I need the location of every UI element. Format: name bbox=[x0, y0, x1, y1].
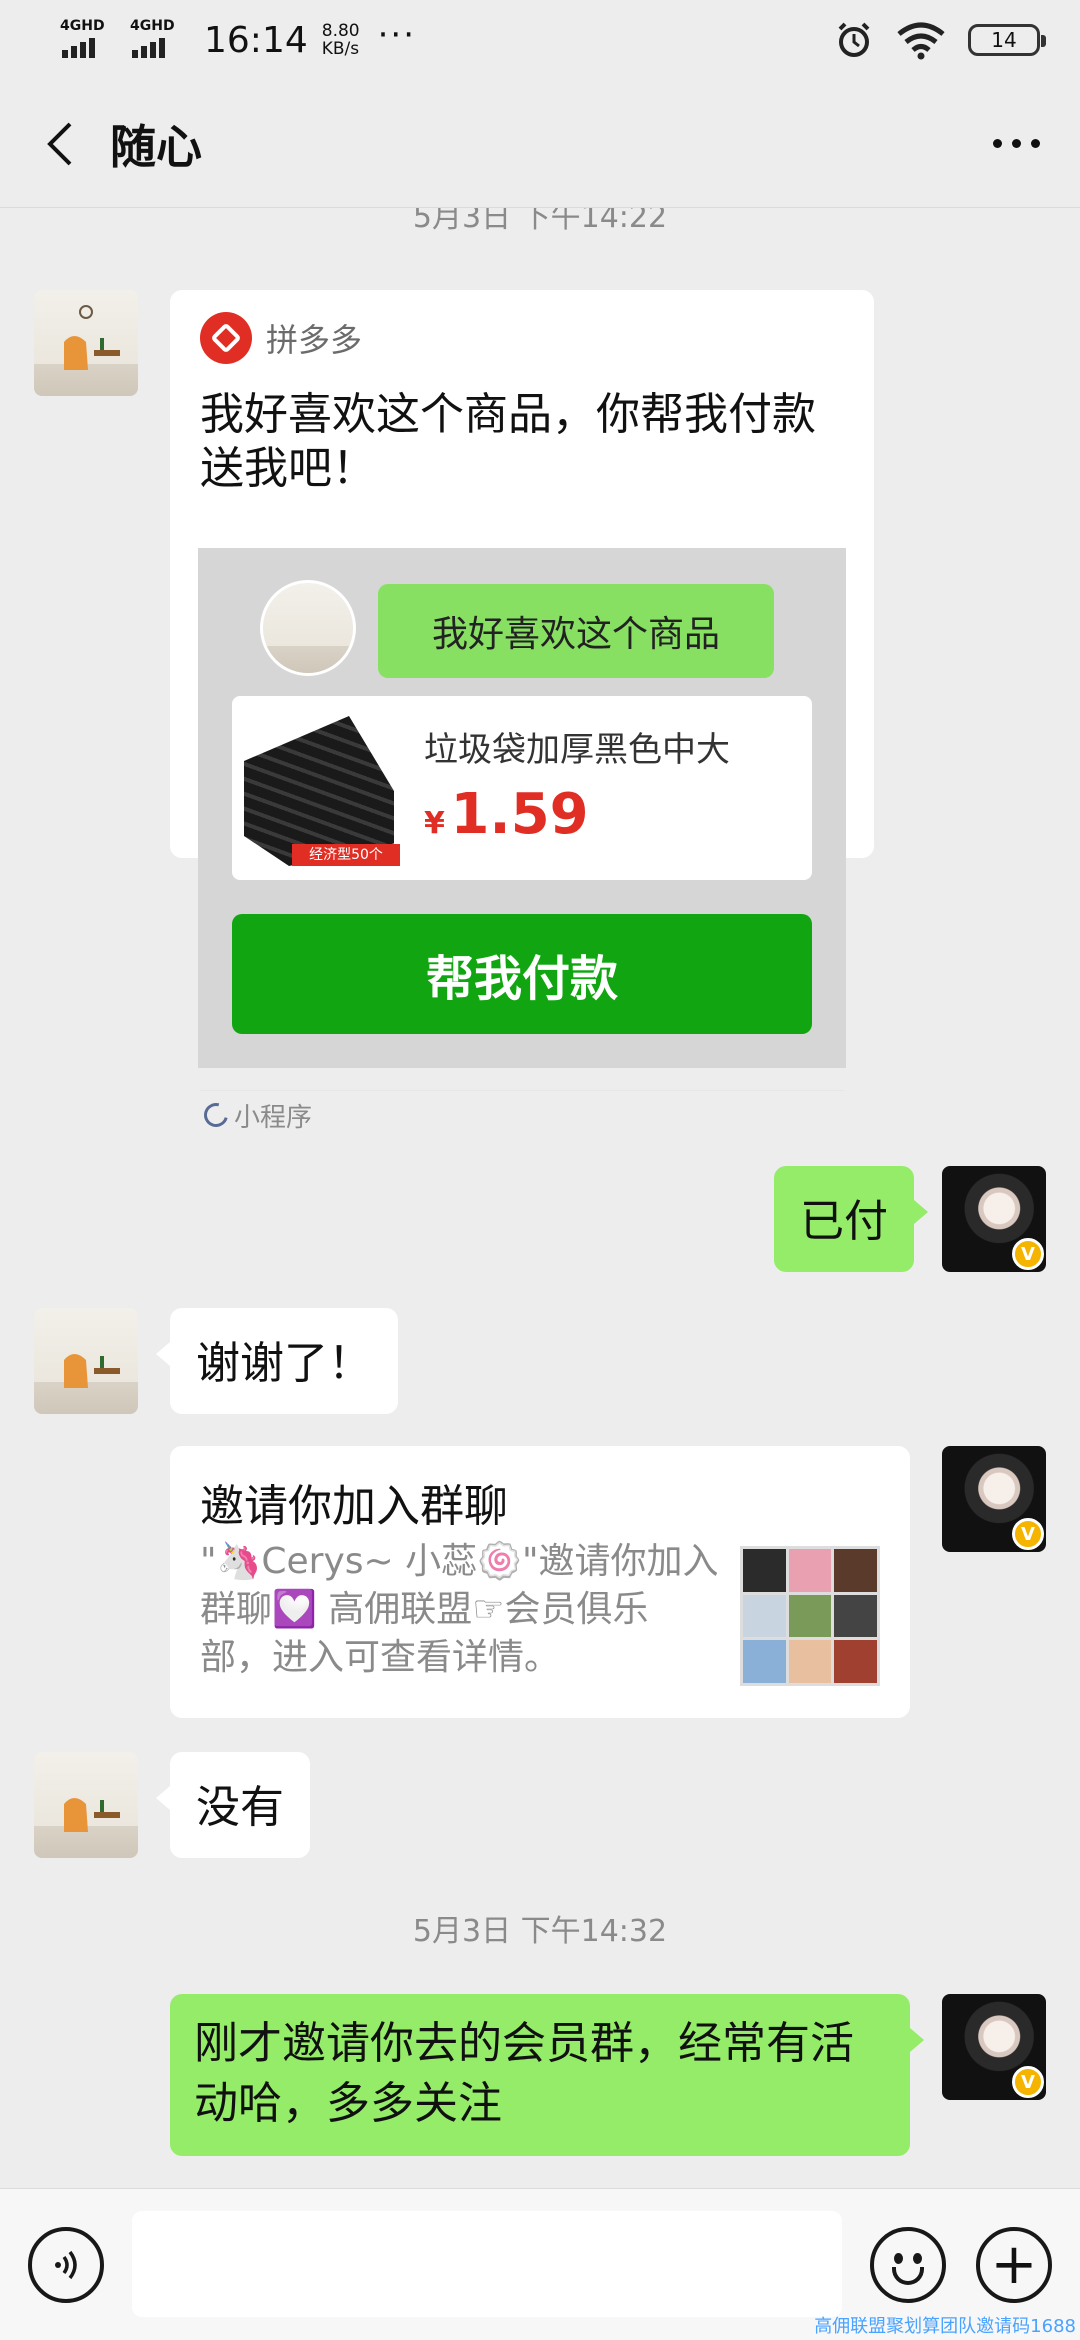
verified-badge-icon: V bbox=[1012, 1238, 1044, 1270]
product-tag: 经济型50个 bbox=[292, 844, 400, 866]
network-speed: 8.80 KB/s bbox=[322, 22, 360, 58]
product-name: 垃圾袋加厚黑色中大 bbox=[424, 730, 730, 770]
message-list[interactable]: 5月3日 下午14:22 拼多多 我好喜欢这个商品，你帮我付款送我吧！ 我好喜欢… bbox=[0, 208, 1080, 2188]
more-icon[interactable] bbox=[993, 139, 1040, 148]
group-avatar-grid bbox=[740, 1546, 880, 1686]
signal-1-icon: 4GHD bbox=[58, 18, 112, 60]
price-currency: ¥ bbox=[424, 806, 445, 841]
message-bubble-sent[interactable]: 刚才邀请你去的会员群，经常有活动哈，多多关注 bbox=[170, 1994, 924, 2156]
self-avatar[interactable]: V bbox=[942, 1166, 1046, 1272]
clock: 16:14 bbox=[204, 19, 308, 61]
mini-program-app-name: 拼多多 bbox=[266, 321, 363, 359]
invite-title: 邀请你加入群聊 bbox=[200, 1481, 508, 1532]
alarm-icon bbox=[838, 22, 870, 57]
group-invite-card[interactable]: 邀请你加入群聊 "🦄Cerys~ 小蕊🍥"邀请你加入群聊💟 高佣联盟☞会员俱乐部… bbox=[170, 1446, 910, 1718]
contact-avatar[interactable] bbox=[34, 1752, 138, 1858]
voice-icon[interactable] bbox=[28, 2227, 104, 2303]
signal-2-icon: 4GHD bbox=[128, 18, 182, 60]
invite-description: "🦄Cerys~ 小蕊🍥"邀请你加入群聊💟 高佣联盟☞会员俱乐部，进入可查看详情… bbox=[200, 1541, 719, 1678]
network-type-1: 4GHD bbox=[60, 18, 105, 34]
product-price: ¥ 1.59 bbox=[424, 782, 589, 847]
input-bar: + 高佣联盟聚划算团队邀请码1688 bbox=[0, 2188, 1080, 2340]
battery-level: 14 bbox=[991, 28, 1017, 52]
divider bbox=[200, 1090, 844, 1091]
notification-dots-icon: ··· bbox=[377, 15, 417, 55]
mini-program-icon bbox=[199, 1098, 233, 1132]
contact-avatar[interactable] bbox=[34, 1308, 138, 1414]
mini-program-card[interactable]: 拼多多 我好喜欢这个商品，你帮我付款送我吧！ 我好喜欢这个商品 经济型50个 垃… bbox=[170, 290, 874, 1133]
mini-program-title: 我好喜欢这个商品，你帮我付款送我吧！ bbox=[200, 389, 816, 494]
preview-bubble: 我好喜欢这个商品 bbox=[378, 584, 774, 678]
price-amount: 1.59 bbox=[450, 782, 589, 847]
preview-avatar bbox=[260, 580, 356, 676]
pay-for-me-button: 帮我付款 bbox=[232, 914, 812, 1034]
speed-value: 8.80 bbox=[321, 21, 360, 41]
battery-icon: 14 bbox=[968, 24, 1046, 56]
self-avatar[interactable]: V bbox=[942, 1994, 1046, 2100]
timestamp: 5月3日 下午14:22 bbox=[412, 208, 668, 235]
emoji-icon[interactable] bbox=[870, 2227, 946, 2303]
message-bubble-sent[interactable]: 已付 bbox=[774, 1166, 928, 1272]
message-bubble-received[interactable]: 谢谢了！ bbox=[156, 1308, 398, 1414]
status-bar: 4GHD 4GHD 16:14 8.80 KB/s ··· 14 bbox=[0, 0, 1080, 80]
message-input[interactable] bbox=[132, 2211, 842, 2317]
verified-badge-icon: V bbox=[1012, 1518, 1044, 1550]
plus-icon[interactable]: + bbox=[976, 2227, 1052, 2303]
message-bubble-received[interactable]: 没有 bbox=[156, 1752, 310, 1858]
pinduoduo-logo-icon bbox=[200, 312, 252, 364]
speed-unit: KB/s bbox=[321, 39, 360, 59]
contact-avatar[interactable] bbox=[34, 290, 138, 396]
watermark: 高佣联盟聚划算团队邀请码1688 bbox=[814, 2316, 1076, 2337]
self-avatar[interactable]: V bbox=[942, 1446, 1046, 1552]
timestamp: 5月3日 下午14:32 bbox=[412, 1914, 668, 1949]
mini-program-label: 小程序 bbox=[234, 1102, 313, 1133]
chat-title: 随心 bbox=[110, 119, 202, 174]
verified-badge-icon: V bbox=[1012, 2066, 1044, 2098]
network-type-2: 4GHD bbox=[130, 18, 175, 34]
mini-program-preview: 我好喜欢这个商品 经济型50个 垃圾袋加厚黑色中大 ¥ 1.59 帮我付款 bbox=[198, 548, 846, 1068]
back-arrow-icon[interactable] bbox=[20, 104, 100, 184]
product-card: 经济型50个 垃圾袋加厚黑色中大 ¥ 1.59 bbox=[232, 696, 812, 880]
wifi-icon bbox=[897, 22, 945, 60]
chat-header: 随心 bbox=[0, 80, 1080, 208]
